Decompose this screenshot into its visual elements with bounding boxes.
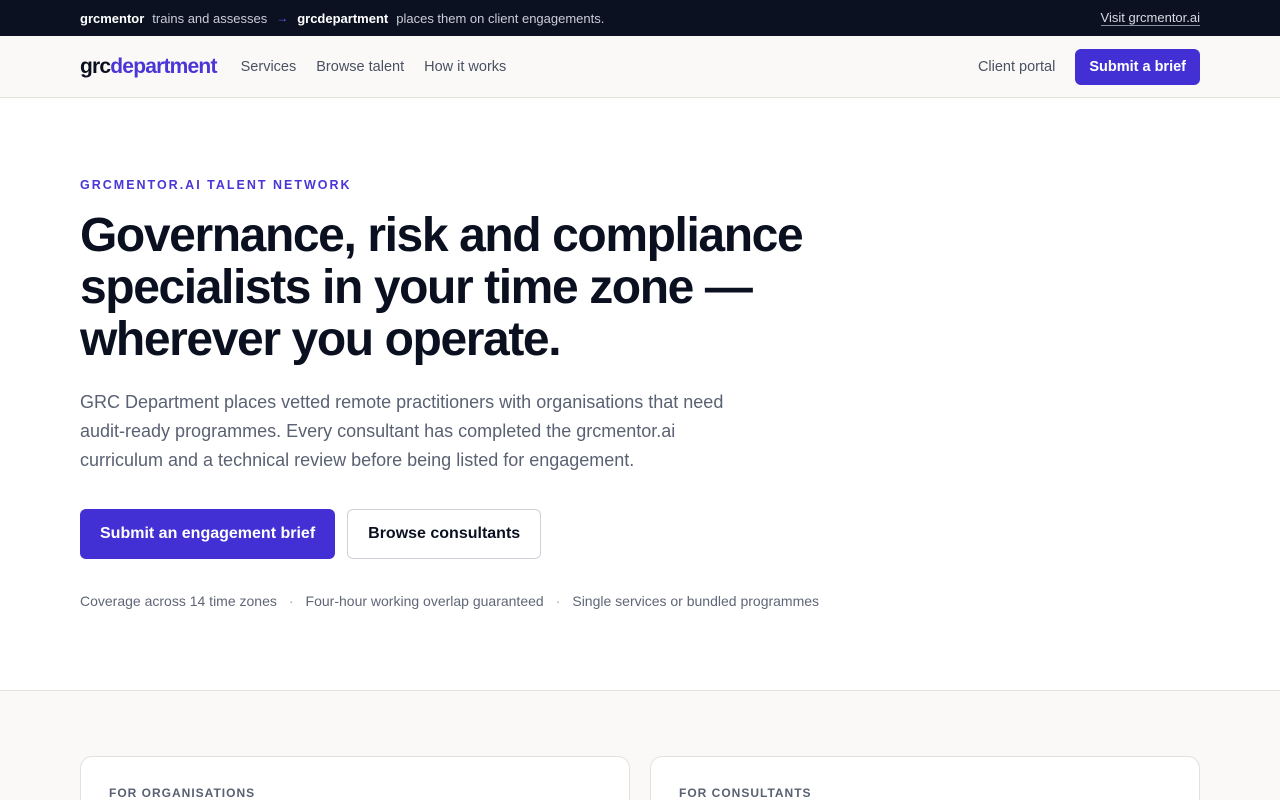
separator-dot: · — [555, 593, 561, 609]
nav-link-browse-talent[interactable]: Browse talent — [316, 59, 404, 75]
announcement-bar: grcmentor trains and assesses → grcdepar… — [0, 0, 1280, 36]
browse-consultants-button[interactable]: Browse consultants — [347, 509, 542, 559]
card-for-organisations: FOR ORGANISATIONS — [80, 756, 630, 800]
client-portal-link[interactable]: Client portal — [978, 59, 1055, 75]
trust-item-overlap: Four-hour working overlap guaranteed — [305, 593, 544, 609]
announcement-text-1: trains and assesses — [152, 10, 268, 26]
nav-link-how-it-works[interactable]: How it works — [424, 59, 506, 75]
logo-grc: grc — [80, 54, 111, 78]
arrow-right-icon: → — [276, 11, 289, 25]
trust-points: Coverage across 14 time zones · Four-hou… — [80, 593, 980, 609]
nav-link-services[interactable]: Services — [241, 59, 297, 75]
brand-grcdepartment: grcdepartment — [297, 10, 389, 26]
trust-item-services: Single services or bundled programmes — [572, 593, 820, 609]
submit-engagement-brief-button[interactable]: Submit an engagement brief — [80, 509, 336, 559]
submit-brief-button[interactable]: Submit a brief — [1075, 48, 1200, 85]
visit-grcmentor-link[interactable]: Visit grcmentor.ai — [1100, 10, 1200, 26]
hero-ctas: Submit an engagement brief Browse consul… — [80, 509, 980, 559]
card-label: FOR ORGANISATIONS — [109, 786, 256, 800]
main-nav: grcdepartment Services Browse talent How… — [0, 36, 1280, 98]
trust-item-time-zones: Coverage across 14 time zones — [80, 593, 277, 609]
hero-title: Governance, risk and compliance speciali… — [80, 209, 804, 366]
announcement-text: grcmentor trains and assesses → grcdepar… — [80, 11, 604, 26]
logo[interactable]: grcdepartment — [80, 55, 217, 79]
logo-department: department — [110, 54, 217, 78]
nav-links: Services Browse talent How it works — [241, 59, 527, 75]
separator-dot: · — [288, 593, 294, 609]
audience-section: FOR ORGANISATIONS FOR CONSULTANTS — [0, 690, 1280, 800]
hero-eyebrow: GRCMENTOR.AI TALENT NETWORK — [80, 178, 352, 192]
card-label: FOR CONSULTANTS — [679, 786, 812, 800]
card-for-consultants: FOR CONSULTANTS — [650, 756, 1200, 800]
brand-grcmentor: grcmentor — [80, 10, 145, 26]
hero-section: GRCMENTOR.AI TALENT NETWORK Governance, … — [80, 178, 980, 609]
announcement-text-2: places them on client engagements. — [396, 10, 605, 26]
hero-lead: GRC Department places vetted remote prac… — [80, 392, 724, 470]
